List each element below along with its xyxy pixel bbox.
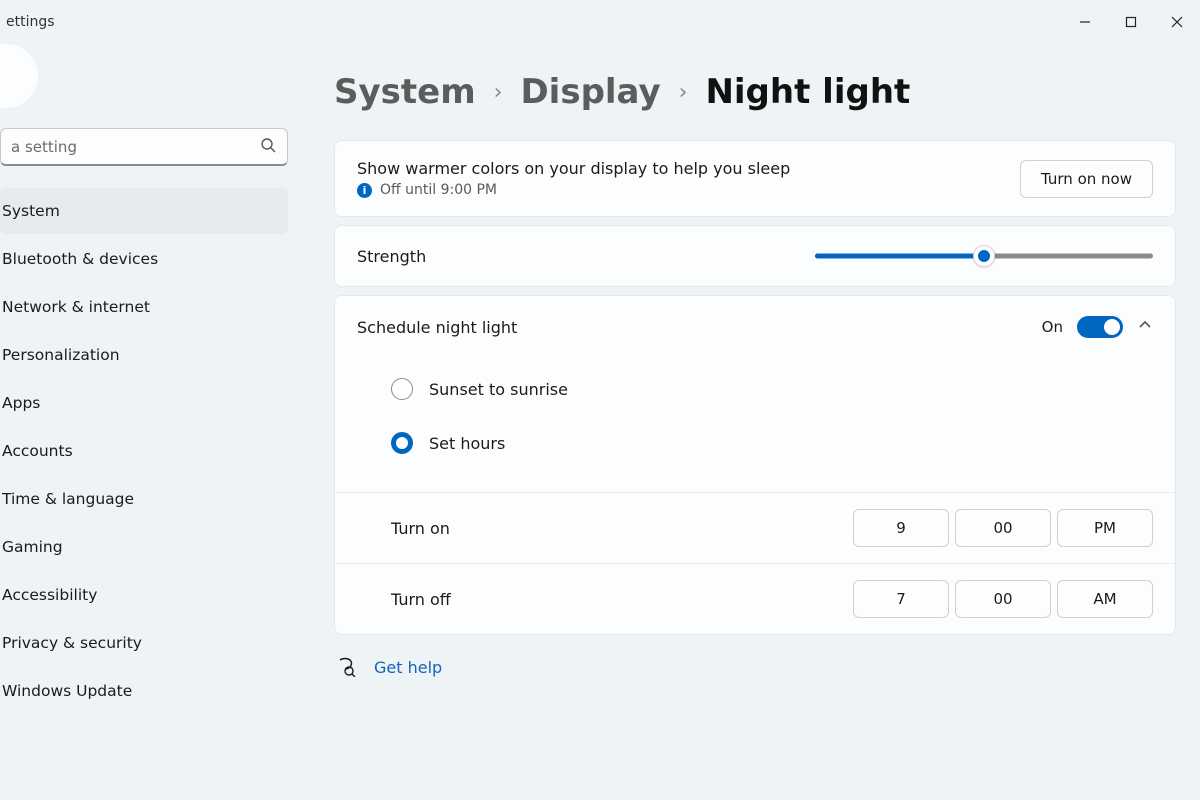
night-light-description: Show warmer colors on your display to he… <box>357 159 790 178</box>
radio-sunset-row[interactable]: Sunset to sunrise <box>335 368 1175 422</box>
nav-label: Personalization <box>2 346 120 364</box>
get-help-link[interactable]: Get help <box>374 658 442 677</box>
avatar[interactable] <box>0 44 38 108</box>
turn-off-ampm[interactable]: AM <box>1057 580 1153 618</box>
search-input[interactable] <box>0 128 288 166</box>
nav-label: Time & language <box>2 490 134 508</box>
schedule-toggle[interactable] <box>1077 316 1123 338</box>
nav-item-windows-update[interactable]: Windows Update <box>0 668 288 714</box>
nav-label: Accessibility <box>2 586 97 604</box>
turn-off-hour[interactable]: 7 <box>853 580 949 618</box>
nav-label: Privacy & security <box>2 634 142 652</box>
nav-item-accessibility[interactable]: Accessibility <box>0 572 288 618</box>
schedule-radio-group: Sunset to sunrise Set hours <box>335 358 1175 492</box>
turn-on-ampm[interactable]: PM <box>1057 509 1153 547</box>
radio-sunset-label: Sunset to sunrise <box>429 380 568 399</box>
nav-label: Gaming <box>2 538 63 556</box>
breadcrumb: System › Display › Night light <box>334 72 1176 112</box>
nav-label: System <box>2 202 60 220</box>
nav-item-time-language[interactable]: Time & language <box>0 476 288 522</box>
minimize-button[interactable] <box>1062 0 1108 44</box>
schedule-label: Schedule night light <box>357 318 517 337</box>
main-content: System › Display › Night light Show warm… <box>298 44 1200 800</box>
turn-on-minute[interactable]: 00 <box>955 509 1051 547</box>
radio-set-hours-label: Set hours <box>429 434 505 453</box>
chevron-up-icon[interactable] <box>1137 317 1153 337</box>
nav-item-apps[interactable]: Apps <box>0 380 288 426</box>
turn-off-label: Turn off <box>391 590 451 609</box>
sidebar: System Bluetooth & devices Network & int… <box>0 44 298 800</box>
breadcrumb-display[interactable]: Display <box>520 72 660 112</box>
window-controls <box>1062 0 1200 44</box>
nav-label: Network & internet <box>2 298 150 316</box>
chevron-right-icon: › <box>679 80 688 105</box>
status-text: Off until 9:00 PM <box>380 182 497 198</box>
nav-label: Windows Update <box>2 682 132 700</box>
radio-set-hours-row[interactable]: Set hours <box>335 422 1175 476</box>
strength-label: Strength <box>357 247 426 266</box>
search-field[interactable] <box>0 128 288 166</box>
search-icon <box>260 137 276 157</box>
radio-sunset[interactable] <box>391 378 413 400</box>
nav-label: Apps <box>2 394 40 412</box>
nav-list: System Bluetooth & devices Network & int… <box>0 188 288 714</box>
nav-item-personalization[interactable]: Personalization <box>0 332 288 378</box>
turn-off-minute[interactable]: 00 <box>955 580 1051 618</box>
turn-on-label: Turn on <box>391 519 450 538</box>
slider-thumb[interactable] <box>973 245 995 267</box>
turn-on-row: Turn on 9 00 PM <box>335 492 1175 563</box>
turn-off-row: Turn off 7 00 AM <box>335 563 1175 634</box>
nav-item-accounts[interactable]: Accounts <box>0 428 288 474</box>
schedule-panel: Schedule night light On Sunset to sunris… <box>334 295 1176 635</box>
chevron-right-icon: › <box>494 80 503 105</box>
help-icon <box>336 657 356 677</box>
toggle-state-text: On <box>1042 318 1063 336</box>
nav-item-network[interactable]: Network & internet <box>0 284 288 330</box>
night-light-status: i Off until 9:00 PM <box>357 182 790 198</box>
nav-item-bluetooth[interactable]: Bluetooth & devices <box>0 236 288 282</box>
info-icon: i <box>357 183 372 198</box>
nav-item-privacy[interactable]: Privacy & security <box>0 620 288 666</box>
nav-label: Bluetooth & devices <box>2 250 158 268</box>
strength-slider[interactable] <box>815 246 1153 266</box>
maximize-button[interactable] <box>1108 0 1154 44</box>
turn-on-now-button[interactable]: Turn on now <box>1020 160 1153 198</box>
radio-set-hours[interactable] <box>391 432 413 454</box>
nav-label: Accounts <box>2 442 73 460</box>
breadcrumb-current: Night light <box>705 72 910 112</box>
turn-on-hour[interactable]: 9 <box>853 509 949 547</box>
breadcrumb-system[interactable]: System <box>334 72 476 112</box>
close-button[interactable] <box>1154 0 1200 44</box>
strength-panel: Strength <box>334 225 1176 287</box>
titlebar: ettings <box>0 0 1200 44</box>
help-row: Get help <box>334 657 1176 677</box>
app-title: ettings <box>6 14 55 30</box>
nav-item-system[interactable]: System <box>0 188 288 234</box>
nav-item-gaming[interactable]: Gaming <box>0 524 288 570</box>
night-light-header-panel: Show warmer colors on your display to he… <box>334 140 1176 217</box>
